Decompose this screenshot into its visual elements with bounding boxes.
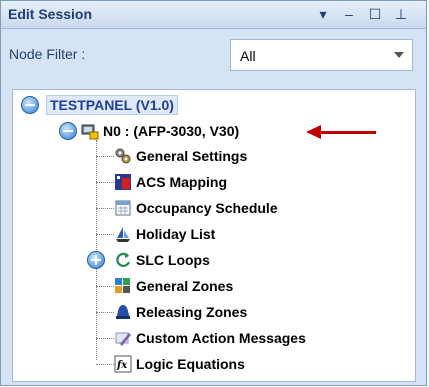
loop-refresh-icon [114, 251, 132, 269]
gears-icon [114, 147, 132, 165]
tree-item-label: Logic Equations [136, 356, 245, 372]
tree-item-releasing-zones[interactable]: Releasing Zones [114, 301, 247, 323]
calendar-icon [114, 199, 132, 217]
tree-node-n0-label: N0 : (AFP-3030, V30) [103, 123, 240, 139]
tree-item-custom-action-messages[interactable]: Custom Action Messages [114, 327, 306, 349]
tree-item-acs-mapping[interactable]: ACS Mapping [114, 171, 227, 193]
tree-connector-line [96, 182, 114, 183]
edit-session-panel: Edit Session ▾ – ☐ ⊥ Node Filter : All T… [0, 0, 427, 386]
annotation-arrow-head [306, 125, 321, 139]
tree-root-label: TESTPANEL (V1.0) [46, 95, 178, 115]
tree-root-node[interactable]: TESTPANEL (V1.0) [42, 94, 178, 116]
tree-item-label: Holiday List [136, 226, 216, 242]
tree-item-label: ACS Mapping [136, 174, 227, 190]
annotation-arrow-line [320, 131, 376, 134]
svg-text:fx: fx [116, 360, 128, 371]
sailboat-icon [114, 225, 132, 243]
node-filter-row: Node Filter : All [1, 29, 426, 81]
fx-icon: fx [114, 355, 132, 373]
minimize-icon[interactable]: – [339, 4, 359, 24]
panel-node-icon [81, 122, 99, 140]
node-filter-select[interactable]: All [230, 39, 413, 71]
tree-item-slc-loops[interactable]: SLC Loops [114, 249, 210, 271]
collapse-icon[interactable] [21, 96, 39, 114]
tree-connector-line [96, 286, 114, 287]
expand-icon[interactable] [87, 251, 105, 269]
panel-title: Edit Session [8, 6, 93, 22]
zones-grid-icon [114, 277, 132, 295]
collapse-icon[interactable] [59, 122, 77, 140]
tree-item-label: Occupancy Schedule [136, 200, 278, 216]
tree-item-logic-equations[interactable]: fx Logic Equations [114, 353, 245, 375]
tree-item-label: General Settings [136, 148, 248, 164]
pin-icon[interactable]: ⊥ [391, 4, 411, 24]
bell-icon [114, 303, 132, 321]
tree-item-holiday-list[interactable]: Holiday List [114, 223, 215, 245]
maximize-icon[interactable]: ☐ [365, 4, 385, 24]
pencil-icon [114, 329, 132, 347]
dropdown-icon[interactable]: ▾ [313, 4, 333, 24]
tree-item-label: SLC Loops [136, 252, 210, 268]
tree-item-general-settings[interactable]: General Settings [114, 145, 247, 167]
tree-item-occupancy-schedule[interactable]: Occupancy Schedule [114, 197, 278, 219]
tree-item-label: General Zones [136, 278, 234, 294]
node-filter-label: Node Filter : [9, 46, 86, 62]
node-filter-value: All [240, 48, 256, 64]
tree-item-label: Releasing Zones [136, 304, 248, 320]
tree-item-label: Custom Action Messages [136, 330, 306, 346]
tree-connector-line [96, 156, 114, 157]
tree-node-n0[interactable]: N0 : (AFP-3030, V30) [81, 120, 239, 142]
tree-connector-line [96, 234, 114, 235]
chevron-down-icon[interactable] [394, 52, 404, 58]
panel-titlebar: Edit Session ▾ – ☐ ⊥ [1, 1, 426, 29]
tree-item-general-zones[interactable]: General Zones [114, 275, 233, 297]
tree-connector-line [96, 140, 97, 360]
tree-connector-line [96, 208, 114, 209]
acs-mapping-icon [114, 173, 132, 191]
tree-connector-line [96, 364, 114, 365]
tree-connector-line [96, 312, 114, 313]
tree-connector-line [96, 338, 114, 339]
